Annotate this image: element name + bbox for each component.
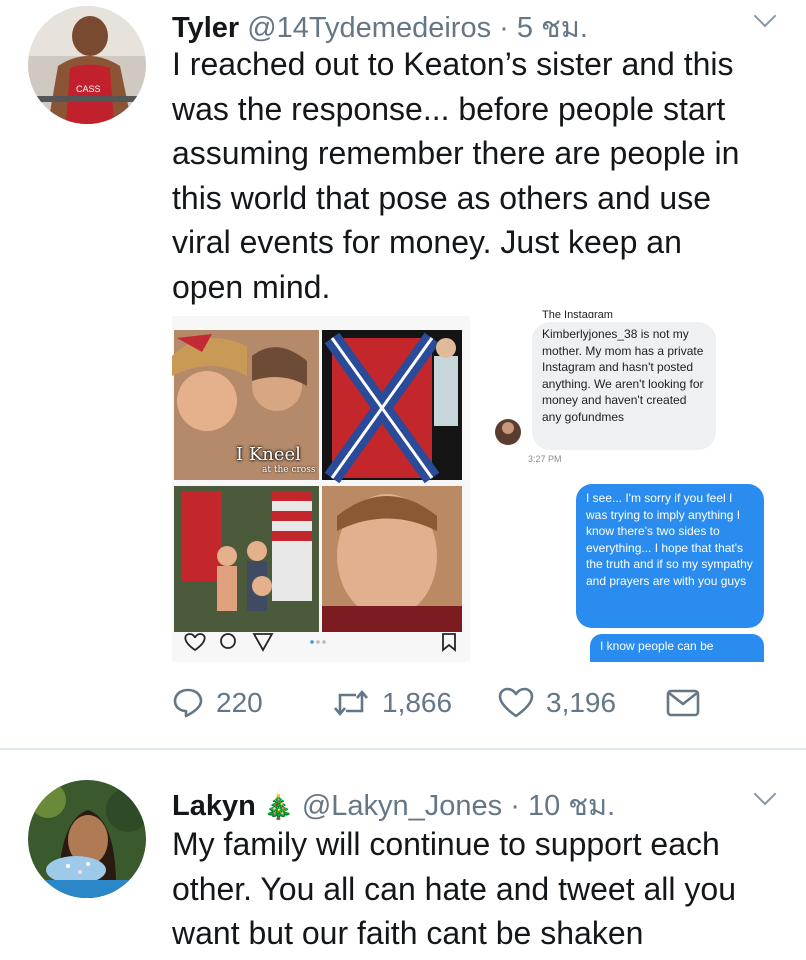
- svg-text:CASS: CASS: [76, 84, 101, 94]
- like-button[interactable]: 3,196: [498, 678, 616, 728]
- tweet-tyler[interactable]: CASS Tyler @14Tydemedeiros · 5 ชม. I rea…: [0, 0, 806, 748]
- envelope-icon: [666, 689, 700, 717]
- dm-timestamp: 3:27 PM: [528, 454, 562, 464]
- retweet-icon: [334, 689, 368, 717]
- tweet-media[interactable]: I Kneel at the cross The Instagram Kimbe…: [172, 310, 780, 662]
- separator-dot: ·: [499, 12, 509, 44]
- avatar-tyler[interactable]: CASS: [28, 6, 146, 124]
- chevron-down-icon[interactable]: [753, 782, 777, 806]
- avatar-tyler-image: CASS: [28, 6, 146, 124]
- kneel-caption: I Kneel: [236, 444, 301, 465]
- author-name[interactable]: Tyler: [172, 12, 239, 44]
- author-handle[interactable]: @Lakyn_Jones: [302, 790, 502, 822]
- author-handle[interactable]: @14Tydemedeiros: [247, 12, 491, 44]
- avatar-lakyn-image: [28, 780, 146, 898]
- dm-outgoing-bubble: I see... I'm sorry if you feel I was try…: [576, 484, 764, 628]
- chevron-down-icon[interactable]: [753, 4, 777, 28]
- message-button[interactable]: [666, 678, 700, 728]
- heart-icon: [498, 687, 534, 718]
- christmas-tree-emoji: 🎄: [263, 794, 294, 821]
- like-count: 3,196: [546, 687, 617, 718]
- retweet-count: 1,866: [382, 687, 453, 718]
- reply-button[interactable]: 220: [172, 678, 263, 728]
- tweet-actions: 220 1,866 3,196: [172, 678, 712, 728]
- dm-outgoing-bubble-2: I know people can be: [590, 634, 764, 662]
- reply-icon: [173, 688, 203, 718]
- reply-count: 220: [216, 687, 263, 718]
- tweet-text: My family will continue to support each …: [172, 826, 736, 951]
- tweet-time[interactable]: 5 ชม.: [517, 12, 588, 44]
- tweet-lakyn[interactable]: Lakyn 🎄 @Lakyn_Jones · 10 ชม. My family …: [0, 750, 806, 960]
- kneel-subcaption: at the cross: [262, 465, 316, 475]
- retweet-button[interactable]: 1,866: [332, 678, 452, 728]
- separator-dot: ·: [510, 790, 520, 822]
- tweet-time[interactable]: 10 ชม.: [528, 790, 615, 822]
- dm-cut-text: The Instagram: [542, 310, 613, 318]
- dm-incoming-bubble: Kimberlyjones_38 is not my mother. My mo…: [532, 322, 716, 450]
- avatar-lakyn[interactable]: [28, 780, 146, 898]
- author-name[interactable]: Lakyn: [172, 790, 256, 822]
- tweet-text: I reached out to Keaton’s sister and thi…: [172, 46, 740, 305]
